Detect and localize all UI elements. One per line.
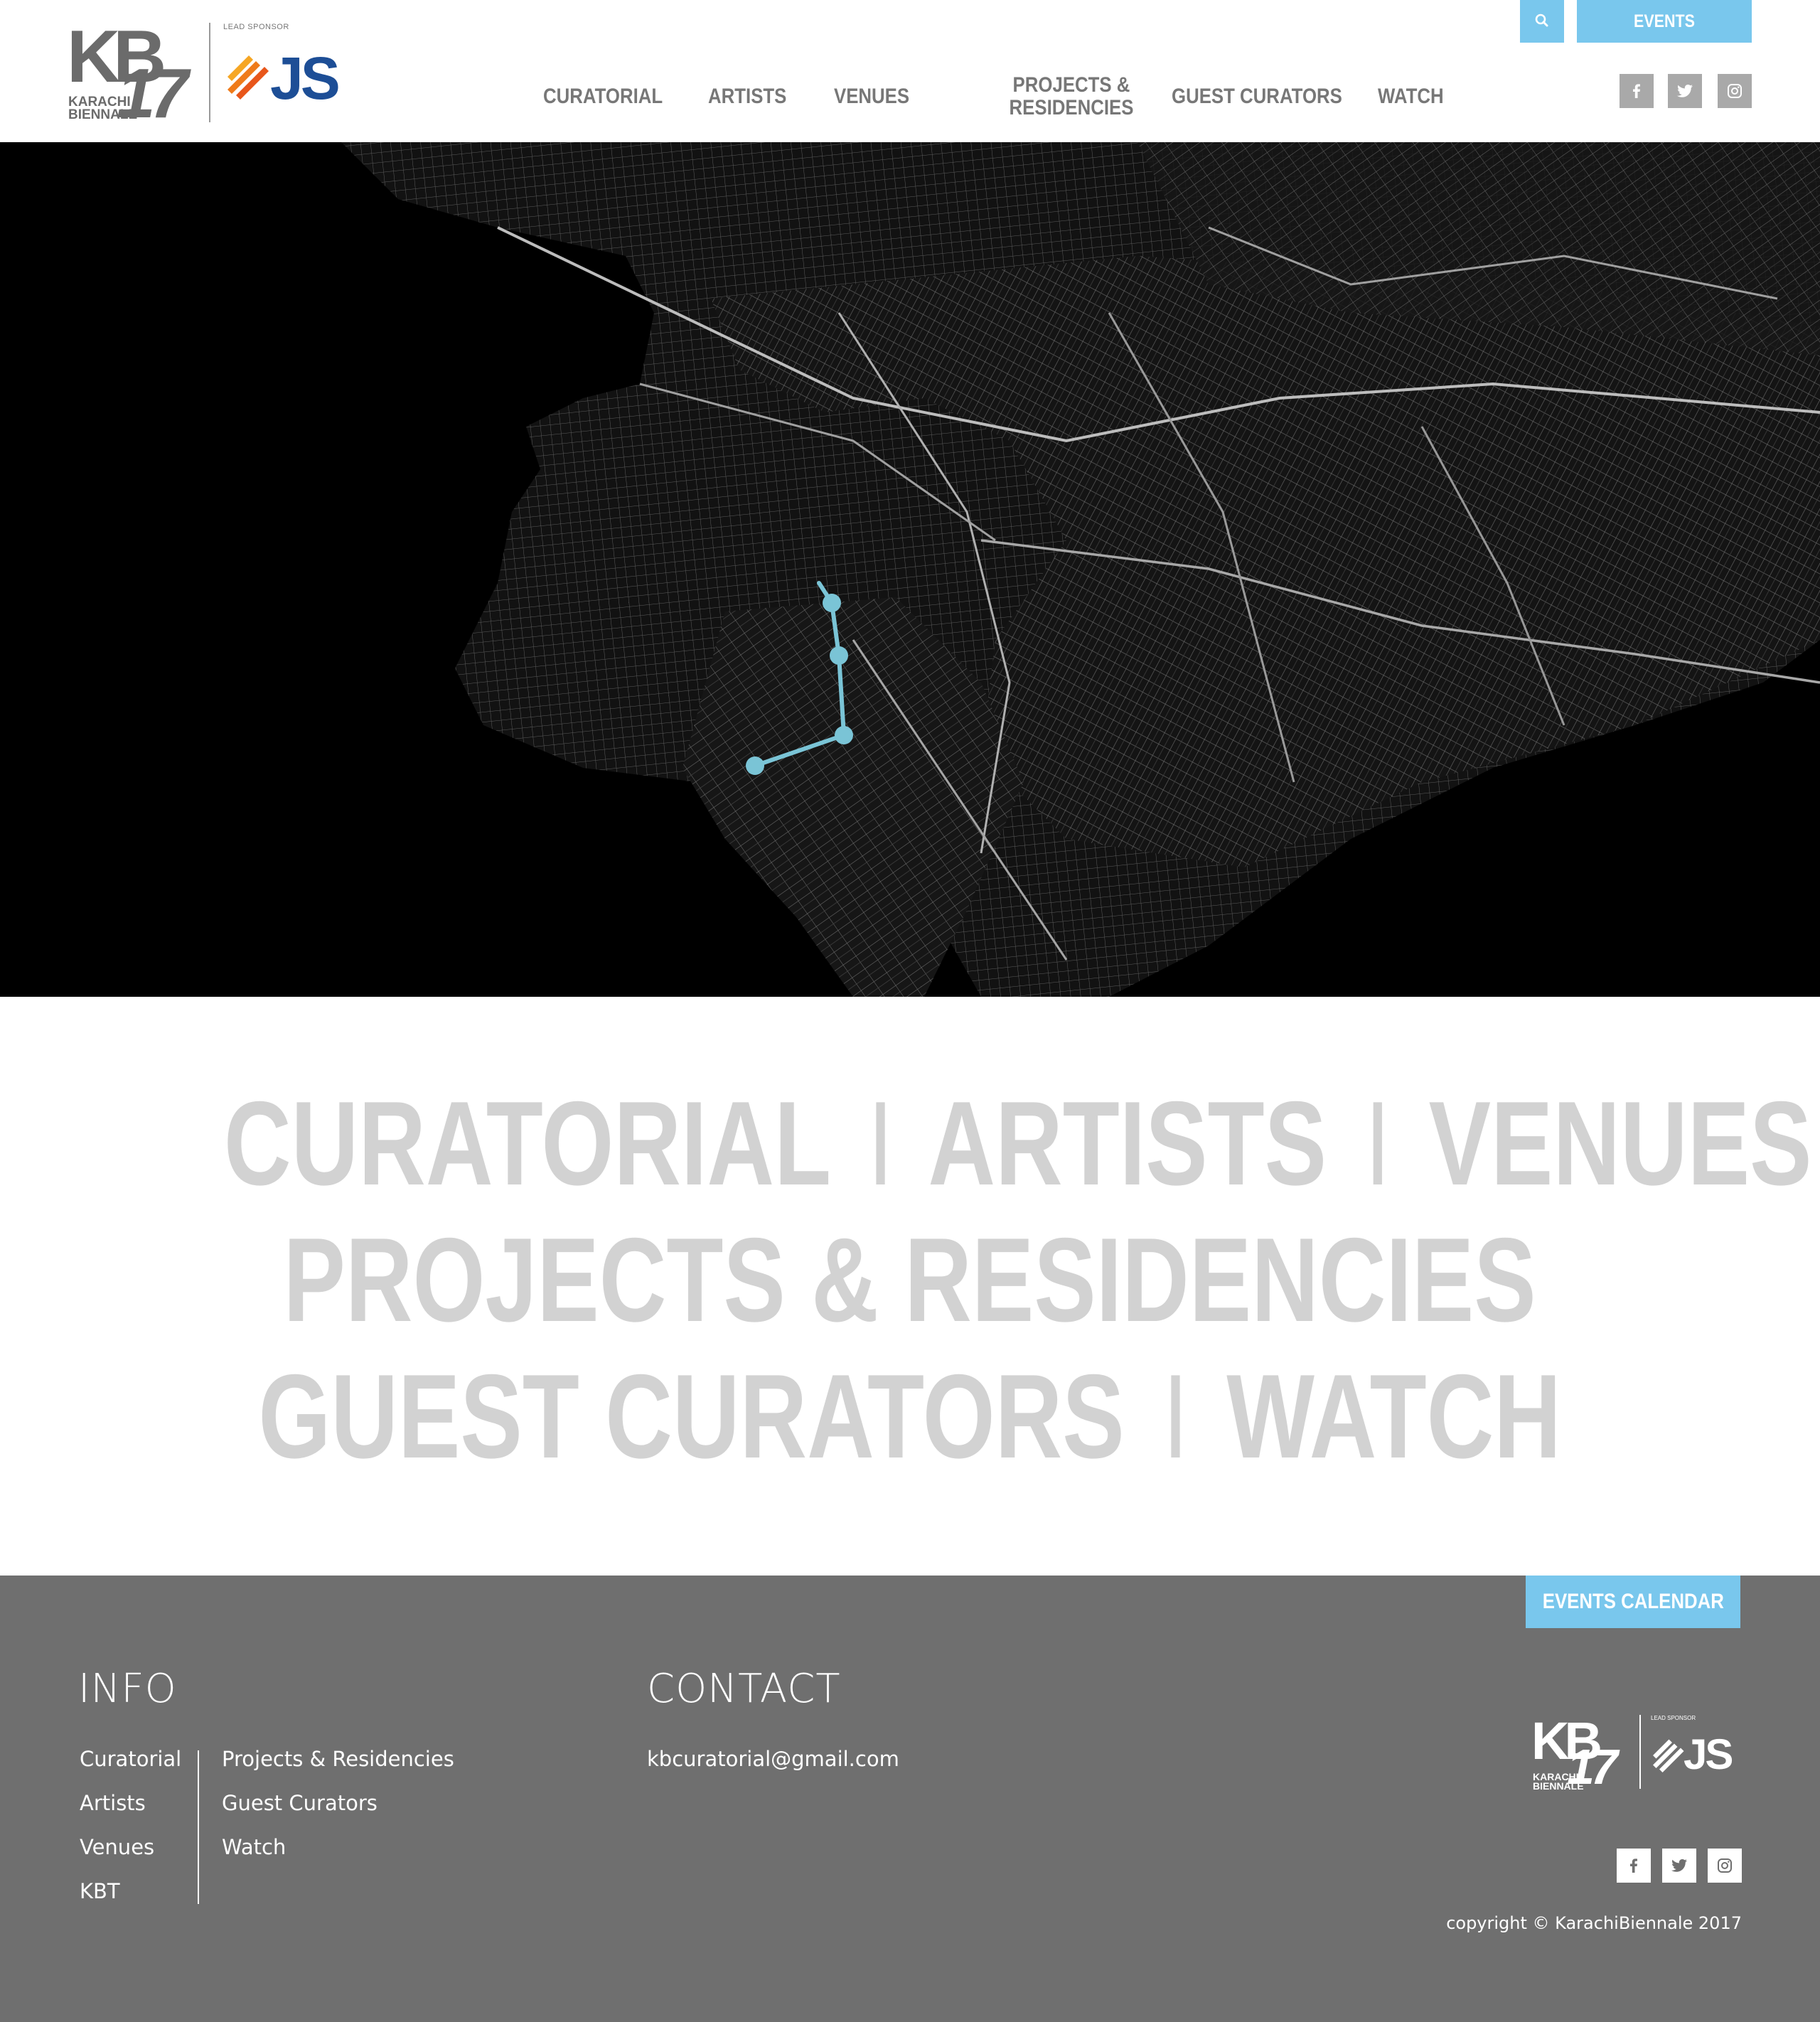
footer-column-divider xyxy=(198,1750,199,1904)
biglink-venues[interactable]: VENUES xyxy=(1429,1076,1812,1210)
biglink-separator: I xyxy=(1364,1076,1391,1210)
events-calendar-label: EVENTS CALENDAR xyxy=(1621,11,1708,74)
lead-sponsor-label: LEAD SPONSOR xyxy=(223,23,289,31)
contact-email-link[interactable]: kbcuratorial@gmail.com xyxy=(647,1746,899,1772)
footer-instagram-button[interactable] xyxy=(1708,1849,1742,1883)
biglink-artists[interactable]: ARTISTS xyxy=(928,1076,1327,1210)
instagram-icon xyxy=(1728,84,1742,98)
footer-facebook-button[interactable] xyxy=(1617,1849,1651,1883)
nav-guest-curators[interactable]: GUEST CURATORS xyxy=(1172,85,1342,108)
nav-projects-residencies[interactable]: PROJECTS & RESIDENCIES xyxy=(980,74,1163,119)
hero-city-map xyxy=(0,142,1820,997)
nav-projects-line1: PROJECTS & xyxy=(1012,73,1130,97)
route-stop-4[interactable] xyxy=(746,756,764,775)
biglink-separator: I xyxy=(1162,1349,1189,1483)
biglink-projects-residencies[interactable]: PROJECTS & RESIDENCIES xyxy=(284,1213,1536,1347)
route-stop-3[interactable] xyxy=(835,726,853,744)
route-stop-2[interactable] xyxy=(830,646,848,665)
instagram-button[interactable] xyxy=(1718,74,1752,108)
footer-info-title: INFO xyxy=(78,1666,177,1712)
footer-link-artists[interactable]: Artists xyxy=(80,1790,146,1816)
footer-logo-biennale: BIENNALE xyxy=(1533,1780,1584,1792)
nav-watch[interactable]: WATCH xyxy=(1378,85,1444,108)
footer-link-venues[interactable]: Venues xyxy=(80,1834,154,1860)
copyright-text: copyright © KarachiBiennale 2017 xyxy=(1446,1913,1742,1933)
biglink-separator: I xyxy=(867,1076,894,1210)
site-header: KB 17 KARACHI BIENNALE LEAD SPONSOR JS C… xyxy=(0,0,1820,142)
biglinks-row-3: GUEST CURATORS I WATCH xyxy=(0,1352,1820,1480)
twitter-icon xyxy=(1677,85,1693,97)
footer-twitter-button[interactable] xyxy=(1662,1849,1696,1883)
footer-logo-divider xyxy=(1639,1715,1641,1789)
route-stop-1[interactable] xyxy=(823,594,841,612)
facebook-button[interactable] xyxy=(1620,74,1654,108)
twitter-button[interactable] xyxy=(1668,74,1702,108)
nav-artists[interactable]: ARTISTS xyxy=(708,85,786,108)
biglink-curatorial[interactable]: CURATORIAL xyxy=(224,1076,830,1210)
main-nav: CURATORIAL ARTISTS VENUES PROJECTS & RES… xyxy=(0,68,1820,132)
biglinks-row-1: CURATORIAL I ARTISTS I VENUES xyxy=(0,1079,1820,1207)
footer-kb17-logo[interactable]: KB 17 KARACHI BIENNALE LEAD SPONSOR JS xyxy=(1531,1715,1745,1800)
search-button[interactable] xyxy=(1520,0,1564,43)
instagram-icon xyxy=(1718,1858,1732,1873)
site-footer: EVENTS CALENDAR INFO CONTACT Curatorial … xyxy=(0,1576,1820,2022)
nav-curatorial[interactable]: CURATORIAL xyxy=(543,85,663,108)
nav-venues[interactable]: VENUES xyxy=(834,85,909,108)
nav-projects-line2: RESIDENCIES xyxy=(1009,96,1134,119)
footer-link-curatorial[interactable]: Curatorial xyxy=(80,1746,181,1772)
footer-link-kbt[interactable]: KBT xyxy=(80,1878,120,1904)
footer-lead-sponsor-label: LEAD SPONSOR xyxy=(1651,1715,1696,1721)
footer-sponsor-js: JS xyxy=(1684,1731,1733,1778)
footer-link-guest-curators[interactable]: Guest Curators xyxy=(222,1790,378,1816)
footer-contact-title: CONTACT xyxy=(647,1666,841,1712)
footer-link-watch[interactable]: Watch xyxy=(222,1834,286,1860)
biglink-watch[interactable]: WATCH xyxy=(1227,1349,1562,1483)
twitter-icon xyxy=(1671,1859,1687,1872)
facebook-icon xyxy=(1633,84,1640,98)
facebook-icon xyxy=(1630,1858,1637,1873)
biglink-guest-curators[interactable]: GUEST CURATORS xyxy=(259,1349,1125,1483)
search-icon xyxy=(1535,14,1548,27)
footer-events-calendar-label: EVENTS CALENDAR xyxy=(1542,1590,1724,1613)
section-links: CURATORIAL I ARTISTS I VENUES PROJECTS &… xyxy=(0,997,1820,1576)
events-calendar-button[interactable]: EVENTS CALENDAR xyxy=(1577,0,1752,74)
footer-link-projects-residencies[interactable]: Projects & Residencies xyxy=(222,1746,454,1772)
biglinks-row-2: PROJECTS & RESIDENCIES xyxy=(0,1216,1820,1344)
karachi-street-map xyxy=(0,142,1820,997)
footer-events-calendar-button[interactable]: EVENTS CALENDAR xyxy=(1526,1576,1740,1628)
